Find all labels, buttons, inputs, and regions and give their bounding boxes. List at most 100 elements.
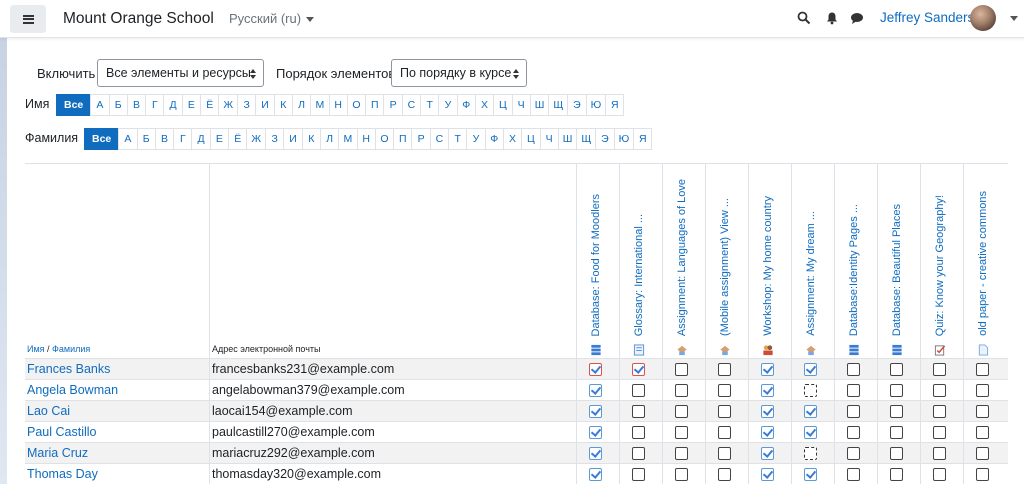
initial-letter-button[interactable]: Р <box>411 128 431 150</box>
completion-checkbox-empty[interactable] <box>933 363 946 376</box>
chat-icon[interactable] <box>850 11 864 25</box>
completion-checkbox-empty[interactable] <box>933 405 946 418</box>
completion-checkbox-empty[interactable] <box>976 468 989 481</box>
sort-by-lastname-link[interactable]: Фамилия <box>52 344 90 354</box>
user-menu-chevron-icon[interactable] <box>1010 16 1018 21</box>
initial-letter-button[interactable]: П <box>393 128 413 150</box>
initial-letter-button[interactable]: Щ <box>576 128 597 150</box>
initial-letter-button[interactable]: Л <box>291 94 312 116</box>
initial-letter-button[interactable]: В <box>154 128 175 150</box>
completion-checkbox-empty[interactable] <box>718 384 731 397</box>
initial-letter-button[interactable]: Д <box>191 128 211 150</box>
activity-title-link[interactable]: Database:Identity Pages ... <box>847 204 861 336</box>
completion-checkbox-empty[interactable] <box>718 405 731 418</box>
initial-letter-button[interactable]: С <box>401 94 422 116</box>
initial-letter-button[interactable]: З <box>265 128 285 150</box>
completion-checkbox-empty[interactable] <box>933 468 946 481</box>
initial-letter-button[interactable]: У <box>438 94 458 116</box>
bell-icon[interactable] <box>825 11 839 25</box>
activity-title-link[interactable]: Assignment: My dream ... <box>804 211 818 336</box>
sort-by-firstname-link[interactable]: Имя <box>27 344 45 354</box>
initial-letter-button[interactable]: А <box>90 94 110 116</box>
completion-checkbox-empty[interactable] <box>847 468 860 481</box>
completion-checkbox-empty[interactable] <box>890 468 903 481</box>
site-name[interactable]: Mount Orange School <box>63 10 214 28</box>
initial-letter-button[interactable]: И <box>255 94 275 116</box>
initial-letter-button[interactable]: Ч <box>539 128 559 150</box>
activity-title-link[interactable]: Database: Beautiful Places <box>890 204 904 336</box>
initial-letter-button[interactable]: Г <box>145 94 165 116</box>
initial-letter-button[interactable]: О <box>346 94 367 116</box>
initial-letter-button[interactable]: К <box>273 94 293 116</box>
completion-checkbox-done[interactable] <box>589 468 602 481</box>
search-icon[interactable] <box>797 11 811 25</box>
initial-letter-button[interactable]: Л <box>319 128 340 150</box>
initial-letter-button[interactable]: Г <box>173 128 193 150</box>
initial-letter-button[interactable]: Ш <box>529 94 550 116</box>
completion-checkbox-empty[interactable] <box>976 363 989 376</box>
completion-checkbox-done[interactable] <box>589 405 602 418</box>
student-name-link[interactable]: Angela Bowman <box>27 383 118 397</box>
initial-letter-button[interactable]: Р <box>383 94 403 116</box>
completion-checkbox-empty[interactable] <box>632 405 645 418</box>
initial-letter-button[interactable]: М <box>310 94 330 116</box>
completion-checkbox-empty[interactable] <box>933 426 946 439</box>
initial-letter-button[interactable]: Ш <box>557 128 578 150</box>
initial-letter-button[interactable]: Ц <box>493 94 513 116</box>
order-select[interactable]: По порядку в курсе <box>391 59 527 87</box>
completion-checkbox-done[interactable] <box>804 405 817 418</box>
initial-letter-button[interactable]: А <box>118 128 138 150</box>
completion-checkbox-empty[interactable] <box>718 447 731 460</box>
completion-checkbox-done[interactable] <box>761 384 774 397</box>
completion-checkbox-empty[interactable] <box>632 426 645 439</box>
initial-letter-button[interactable]: У <box>466 128 486 150</box>
completion-checkbox-done[interactable] <box>761 405 774 418</box>
initial-letter-button[interactable]: Ё <box>200 94 220 116</box>
activity-title-link[interactable]: Database: Food for Moodlers <box>589 194 603 336</box>
initial-letter-button[interactable]: Я <box>633 128 653 150</box>
activity-title-link[interactable]: (Mobile assignment) View ... <box>718 198 732 336</box>
initial-letter-button[interactable]: Ж <box>218 94 239 116</box>
completion-checkbox-done[interactable] <box>761 426 774 439</box>
completion-checkbox-done[interactable] <box>804 468 817 481</box>
activity-title-link[interactable]: Workshop: My home country <box>761 196 775 336</box>
completion-checkbox-empty[interactable] <box>847 405 860 418</box>
student-name-link[interactable]: Maria Cruz <box>27 446 88 460</box>
completion-checkbox-empty[interactable] <box>675 405 688 418</box>
completion-checkbox-empty[interactable] <box>632 468 645 481</box>
completion-checkbox-empty[interactable] <box>632 447 645 460</box>
completion-checkbox-empty[interactable] <box>890 363 903 376</box>
menu-toggle-button[interactable] <box>10 5 46 33</box>
initial-letter-button[interactable]: Т <box>448 128 468 150</box>
initial-letter-button[interactable]: И <box>283 128 303 150</box>
initial-letter-button[interactable]: Ц <box>521 128 541 150</box>
completion-checkbox-done[interactable] <box>804 426 817 439</box>
completion-checkbox-empty[interactable] <box>847 384 860 397</box>
avatar[interactable] <box>970 5 996 31</box>
initial-all-button[interactable]: Все <box>84 128 120 150</box>
completion-checkbox-empty[interactable] <box>718 363 731 376</box>
completion-checkbox-dashed[interactable] <box>804 447 817 460</box>
completion-checkbox-empty[interactable] <box>675 468 688 481</box>
initial-letter-button[interactable]: Н <box>328 94 348 116</box>
initial-letter-button[interactable]: Ё <box>228 128 248 150</box>
initial-letter-button[interactable]: Щ <box>548 94 569 116</box>
student-name-link[interactable]: Lao Cai <box>27 404 70 418</box>
initial-letter-button[interactable]: Э <box>567 94 587 116</box>
initial-letter-button[interactable]: Д <box>163 94 183 116</box>
completion-checkbox-empty[interactable] <box>847 447 860 460</box>
initial-all-button[interactable]: Все <box>56 94 92 116</box>
completion-checkbox-done[interactable] <box>589 426 602 439</box>
completion-checkbox-empty[interactable] <box>847 426 860 439</box>
initial-letter-button[interactable]: З <box>237 94 257 116</box>
initial-letter-button[interactable]: Я <box>605 94 625 116</box>
completion-checkbox-empty[interactable] <box>675 426 688 439</box>
initial-letter-button[interactable]: Х <box>502 128 523 150</box>
completion-checkbox-empty[interactable] <box>890 405 903 418</box>
activity-title-link[interactable]: Glossary: International ... <box>632 214 646 336</box>
completion-checkbox-done[interactable] <box>761 447 774 460</box>
initial-letter-button[interactable]: С <box>429 128 450 150</box>
completion-checkbox-done[interactable] <box>589 447 602 460</box>
initial-letter-button[interactable]: П <box>365 94 385 116</box>
initial-letter-button[interactable]: Б <box>136 128 156 150</box>
